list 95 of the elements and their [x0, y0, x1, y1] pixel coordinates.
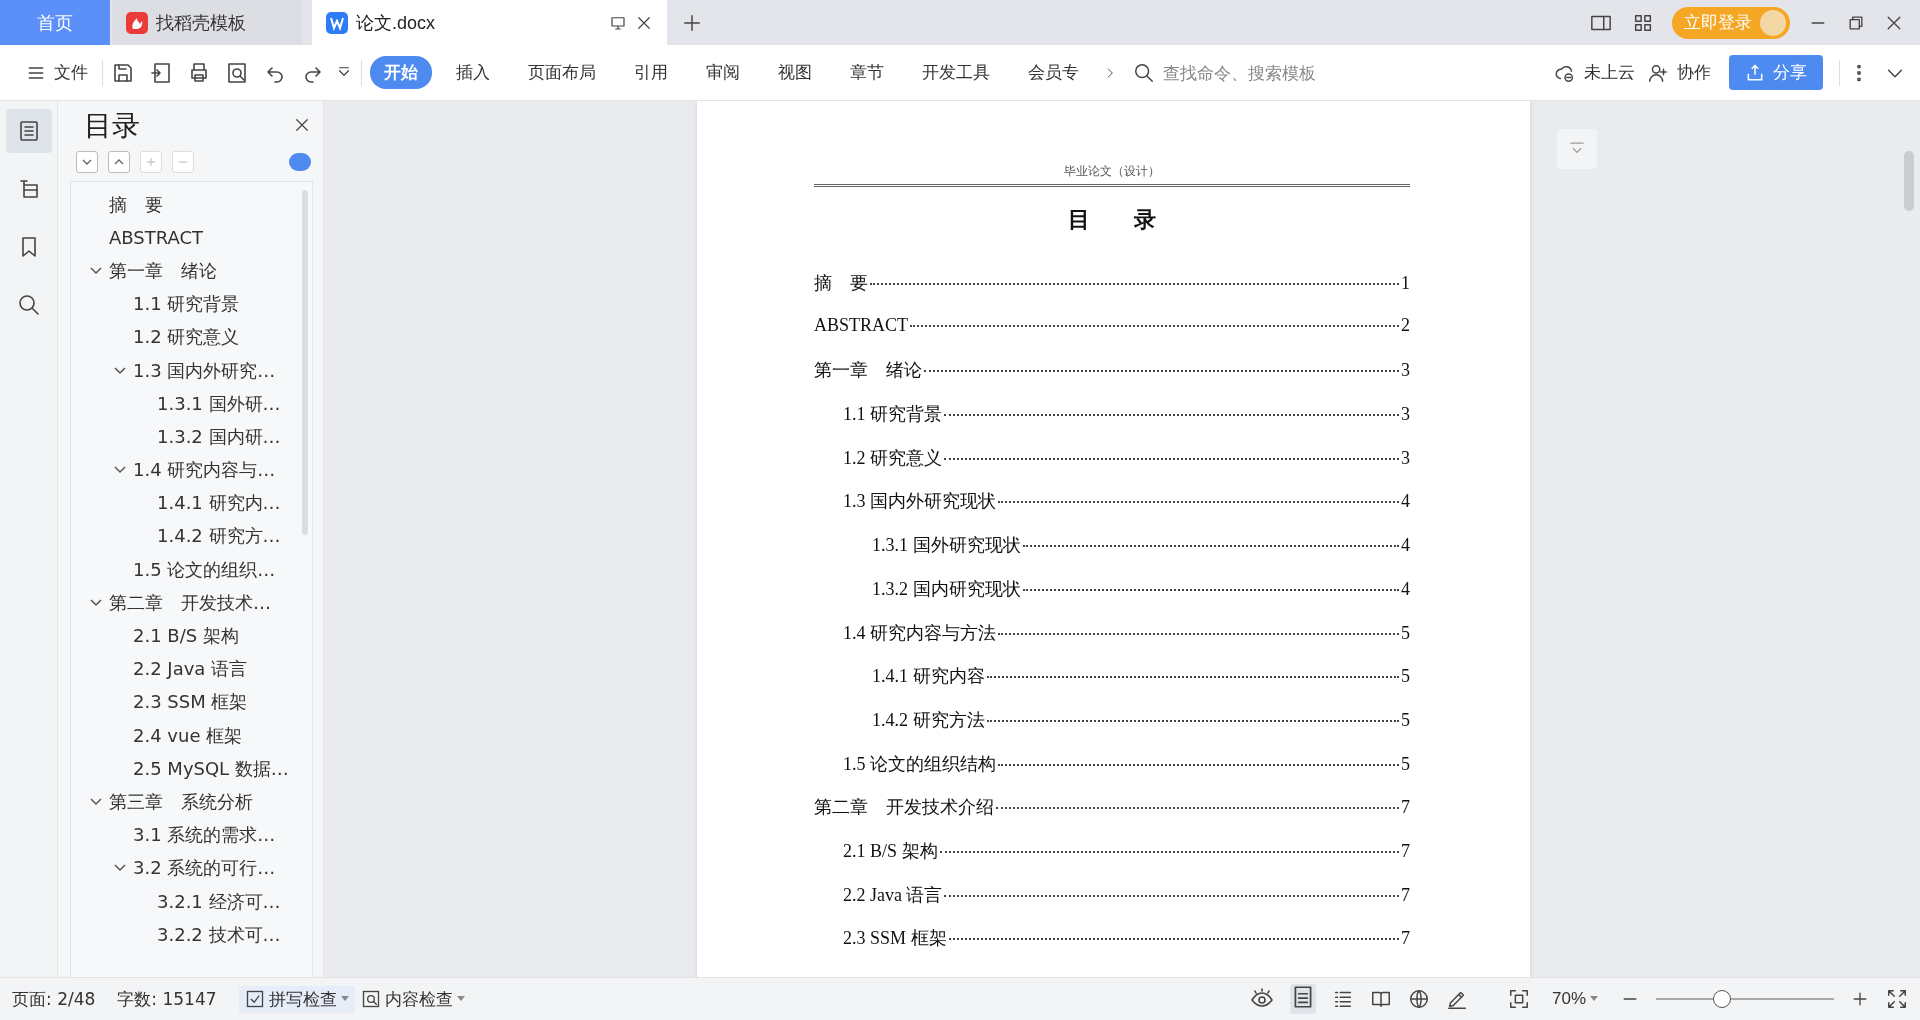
search-icon[interactable]	[16, 293, 41, 317]
outline-item[interactable]: 2.4 vue 框架	[133, 723, 243, 748]
toc-entry: 2.1 B/S 架构	[843, 839, 938, 863]
page-number: 7	[1401, 928, 1410, 950]
outline-item[interactable]: 3.2.1 经济可…	[157, 889, 281, 914]
ribbon-tab[interactable]: 插入	[442, 56, 504, 89]
ribbon-tab[interactable]: 引用	[620, 56, 682, 89]
outline-item[interactable]: 2.5 MySQL 数据…	[133, 756, 289, 781]
caret-icon	[1590, 996, 1598, 1002]
document-tab[interactable]: 论文.docx	[312, 0, 667, 45]
spell-check-button[interactable]: 拼写检查	[238, 985, 355, 1013]
toc-entry: 1.4.1 研究内容	[872, 665, 985, 689]
page-number: 5	[1401, 709, 1410, 731]
content-check-button[interactable]: 内容检查	[354, 985, 471, 1013]
ribbon-tab[interactable]: 视图	[764, 56, 826, 89]
toc-entry: 1.1 研究背景	[843, 403, 942, 427]
document-logo-icon	[326, 11, 348, 34]
toc-entry: ABSTRACT	[814, 314, 909, 336]
outline-item[interactable]: 2.2 Java 语言	[133, 657, 248, 682]
ribbon-tab[interactable]: 开发工具	[908, 56, 1004, 89]
page-number: 3	[1401, 360, 1410, 382]
page-count: 页面: 2/48	[12, 987, 96, 1011]
document-title: 目 录	[1067, 206, 1157, 234]
toc-entry: 1.3.1 国外研究现状	[872, 534, 1021, 558]
outline-item[interactable]: 1.3 国内外研究…	[133, 358, 276, 383]
fullscreen-icon[interactable]	[1886, 988, 1908, 1010]
ribbon-tab[interactable]: 章节	[836, 56, 898, 89]
outline-item[interactable]: 1.4 研究内容与…	[133, 458, 276, 483]
outline-item[interactable]: 1.5 论文的组织…	[133, 557, 276, 582]
ribbon-tab[interactable]: 审阅	[692, 56, 754, 89]
caret-icon	[340, 996, 349, 1002]
page-number: 7	[1401, 840, 1410, 862]
outline-item[interactable]: 1.4.2 研究方…	[157, 524, 281, 549]
ribbon-tab[interactable]: 会员专	[1014, 56, 1093, 89]
outline-item[interactable]: 2.1 B/S 架构	[133, 624, 239, 649]
page-number: 3	[1401, 447, 1410, 469]
outline-item[interactable]: 1.1 研究背景	[133, 292, 240, 317]
toc-entry: 2.2 Java 语言	[843, 883, 943, 907]
toc-entry: 2.3 SSM 框架	[843, 927, 947, 951]
ribbon-tab[interactable]: 页面布局	[514, 56, 610, 89]
page-number: 2	[1401, 314, 1410, 336]
outline-item[interactable]: 1.4.1 研究内…	[157, 491, 281, 516]
export-icon[interactable]	[149, 60, 173, 85]
outline-item[interactable]: 1.2 研究意义	[133, 325, 240, 350]
toc-entry: 1.5 论文的组织结构	[843, 752, 996, 776]
page-number: 4	[1401, 535, 1410, 557]
outline-item[interactable]: 第二章 开发技术…	[109, 590, 271, 615]
file-menu[interactable]: 文件	[20, 57, 94, 88]
toc-entry: 1.4.2 研究方法	[872, 708, 985, 732]
toc-entry: 1.4 研究内容与方法	[843, 621, 996, 645]
page-number: 4	[1401, 578, 1410, 600]
page-number: 3	[1401, 404, 1410, 426]
outline-item[interactable]: 第三章 系统分析	[109, 789, 253, 814]
page-number: 7	[1401, 884, 1410, 906]
checkbox-icon	[244, 989, 265, 1009]
toc-entry: 1.2 研究意义	[843, 446, 942, 470]
print-preview-icon[interactable]	[225, 60, 249, 85]
share-icon	[1745, 62, 1765, 83]
scrollbar[interactable]	[1904, 151, 1914, 211]
search-icon[interactable]	[1133, 61, 1155, 84]
zoom-slider[interactable]	[1712, 990, 1731, 1008]
document-tab[interactable]: 找稻壳模板	[112, 0, 302, 45]
word-count: 字数: 15147	[117, 987, 217, 1011]
page-number: 5	[1401, 753, 1410, 775]
page-header: 毕业论文（设计）	[814, 163, 1410, 187]
outline-item[interactable]: 3.2 系统的可行…	[133, 856, 276, 881]
sidebar-tab[interactable]	[5, 109, 52, 153]
outline-item[interactable]: 2.3 SSM 框架	[133, 690, 248, 715]
zoom-level[interactable]: 70%	[1545, 987, 1604, 1011]
panel-title: 目录	[84, 108, 140, 144]
toc-entry: 1.3.2 国内研究现状	[872, 577, 1021, 601]
cloud-status-button[interactable]: 未上云	[1548, 57, 1641, 88]
outline-item[interactable]: ABSTRACT	[109, 227, 204, 249]
page-number: 1	[1401, 273, 1410, 294]
page-number: 5	[1401, 666, 1410, 688]
page-number: 5	[1401, 622, 1410, 644]
toc-entry: 第二章 开发技术介绍	[814, 796, 994, 820]
flame-logo-icon	[126, 11, 148, 34]
outline-item[interactable]: 摘 要	[109, 192, 163, 217]
collaborate-button[interactable]: 协作	[1641, 57, 1717, 88]
fit-icon[interactable]	[1507, 988, 1530, 1010]
toc-entry: 第一章 绪论	[814, 359, 922, 383]
caret-icon	[456, 996, 465, 1002]
outline-item[interactable]: 3.1 系统的需求…	[133, 823, 276, 848]
outline-item[interactable]: 3.2.2 技术可…	[157, 922, 281, 947]
page-number: 7	[1401, 797, 1410, 819]
globe-icon[interactable]	[1407, 988, 1430, 1010]
outline-item[interactable]: 第一章 绪论	[109, 258, 217, 283]
page-number: 4	[1401, 491, 1410, 513]
search-field[interactable]: 查找命令、搜索模板	[1133, 61, 1463, 84]
toc-entry: 1.3 国内外研究现状	[843, 490, 996, 514]
magnifier-icon	[360, 989, 381, 1009]
outline-item[interactable]: 1.3.1 国外研…	[157, 391, 281, 416]
toc-entry: 摘 要	[814, 272, 868, 295]
outline-item[interactable]: 1.3.2 国内研…	[157, 424, 281, 449]
